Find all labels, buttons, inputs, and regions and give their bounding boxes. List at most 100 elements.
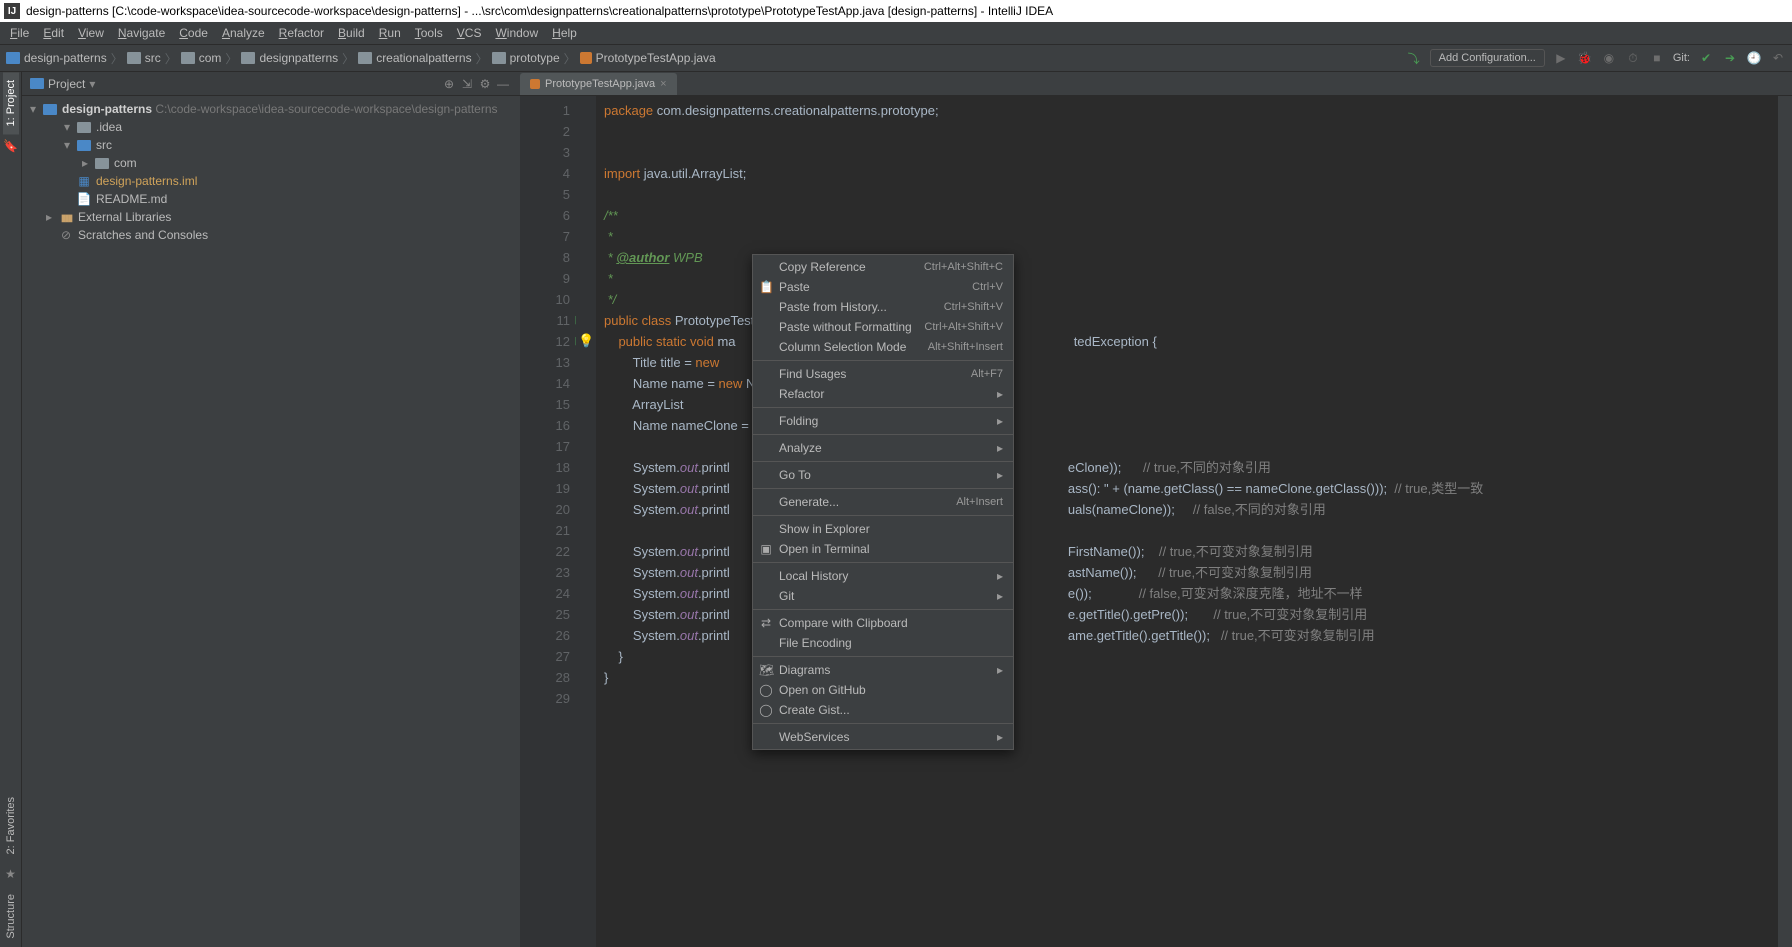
line-number[interactable]: 19	[520, 478, 570, 499]
close-icon[interactable]: ×	[660, 78, 666, 90]
line-number[interactable]: 6	[520, 205, 570, 226]
breadcrumb-item[interactable]: creationalpatterns	[358, 51, 471, 65]
editor-context-menu[interactable]: Copy ReferenceCtrl+Alt+Shift+C📋PasteCtrl…	[752, 254, 1014, 750]
tree-node[interactable]: ▾src	[22, 136, 520, 154]
context-menu-item[interactable]: ▣Open in Terminal	[753, 539, 1013, 559]
breadcrumb-item[interactable]: src	[127, 51, 161, 65]
context-menu-item[interactable]: 🗺Diagrams▸	[753, 660, 1013, 680]
line-number[interactable]: 28	[520, 667, 570, 688]
context-menu-item[interactable]: Column Selection ModeAlt+Shift+Insert	[753, 337, 1013, 357]
line-number[interactable]: 2	[520, 121, 570, 142]
line-number[interactable]: 13	[520, 352, 570, 373]
context-menu-item[interactable]: ◯Create Gist...	[753, 700, 1013, 720]
context-menu-item[interactable]: Analyze▸	[753, 438, 1013, 458]
tree-node[interactable]: ▾.idea	[22, 118, 520, 136]
context-menu-item[interactable]: Go To▸	[753, 465, 1013, 485]
context-menu-item[interactable]: Copy ReferenceCtrl+Alt+Shift+C	[753, 257, 1013, 277]
line-number[interactable]: 25	[520, 604, 570, 625]
build-icon[interactable]: ⤵	[1406, 50, 1422, 66]
menu-view[interactable]: View	[72, 24, 110, 42]
menu-run[interactable]: Run	[373, 24, 407, 42]
context-menu-item[interactable]: Refactor▸	[753, 384, 1013, 404]
vcs-history-icon[interactable]: 🕘	[1746, 50, 1762, 66]
debug-icon[interactable]: 🐞	[1577, 50, 1593, 66]
menu-edit[interactable]: Edit	[37, 24, 70, 42]
line-number[interactable]: 21	[520, 520, 570, 541]
menu-file[interactable]: File	[4, 24, 35, 42]
context-menu-item[interactable]: ◯Open on GitHub	[753, 680, 1013, 700]
line-number[interactable]: 22	[520, 541, 570, 562]
context-menu-item[interactable]: Paste without FormattingCtrl+Alt+Shift+V	[753, 317, 1013, 337]
hide-icon[interactable]: —	[494, 75, 512, 93]
context-menu-item[interactable]: Paste from History...Ctrl+Shift+V	[753, 297, 1013, 317]
context-menu-item[interactable]: ⇄Compare with Clipboard	[753, 613, 1013, 633]
stop-icon[interactable]: ■	[1649, 50, 1665, 66]
project-panel-title[interactable]: Project ▾	[30, 77, 440, 91]
context-menu-item[interactable]: Generate...Alt+Insert	[753, 492, 1013, 512]
breadcrumb-item[interactable]: prototype	[492, 51, 560, 65]
line-number[interactable]: 18	[520, 457, 570, 478]
line-number[interactable]: 29	[520, 688, 570, 709]
line-number[interactable]: 12	[520, 331, 570, 352]
vcs-update-icon[interactable]: ✔	[1698, 50, 1714, 66]
tool-tab-structure[interactable]: Structure	[3, 886, 19, 947]
line-number[interactable]: 3	[520, 142, 570, 163]
locate-icon[interactable]: ⊕	[440, 75, 458, 93]
breadcrumb-item[interactable]: designpatterns	[241, 51, 338, 65]
breadcrumb-item[interactable]: PrototypeTestApp.java	[580, 51, 716, 65]
error-stripe[interactable]	[1778, 96, 1792, 947]
line-number[interactable]: 15	[520, 394, 570, 415]
tree-node[interactable]: 📄README.md	[22, 190, 520, 208]
breadcrumb-item[interactable]: com	[181, 51, 222, 65]
tree-root[interactable]: ▾design-patterns C:\code-workspace\idea-…	[22, 100, 520, 118]
menu-code[interactable]: Code	[173, 24, 214, 42]
run-icon[interactable]: ▶	[1553, 50, 1569, 66]
line-number[interactable]: 9	[520, 268, 570, 289]
tool-tab-favorites[interactable]: 2: Favorites	[3, 789, 19, 862]
project-tree[interactable]: ▾design-patterns C:\code-workspace\idea-…	[22, 96, 520, 947]
context-menu-item[interactable]: Folding▸	[753, 411, 1013, 431]
context-menu-item[interactable]: Show in Explorer	[753, 519, 1013, 539]
line-number[interactable]: 16	[520, 415, 570, 436]
line-number[interactable]: 27	[520, 646, 570, 667]
context-menu-item[interactable]: Find UsagesAlt+F7	[753, 364, 1013, 384]
coverage-icon[interactable]: ◉	[1601, 50, 1617, 66]
line-number[interactable]: 7	[520, 226, 570, 247]
line-number[interactable]: 1	[520, 100, 570, 121]
profile-icon[interactable]: ⏱	[1625, 50, 1641, 66]
menu-analyze[interactable]: Analyze	[216, 24, 271, 42]
tool-tab-project[interactable]: 1: Project	[3, 72, 19, 134]
settings-gear-icon[interactable]: ⚙	[476, 75, 494, 93]
breadcrumb-item[interactable]: design-patterns	[6, 51, 107, 65]
line-number[interactable]: 11	[520, 310, 570, 331]
tool-tab-bookmarks-icon[interactable]: 🔖	[3, 138, 19, 154]
menu-window[interactable]: Window	[489, 24, 544, 42]
editor-tab-active[interactable]: PrototypeTestApp.java ×	[520, 73, 677, 95]
vcs-commit-icon[interactable]: ➔	[1722, 50, 1738, 66]
intention-bulb-icon[interactable]: 💡	[578, 333, 594, 349]
context-menu-item[interactable]: Git▸	[753, 586, 1013, 606]
vcs-revert-icon[interactable]: ↶	[1770, 50, 1786, 66]
line-number[interactable]: 8	[520, 247, 570, 268]
line-number[interactable]: 14	[520, 373, 570, 394]
line-number[interactable]: 10	[520, 289, 570, 310]
context-menu-item[interactable]: Local History▸	[753, 566, 1013, 586]
collapse-icon[interactable]: ⇲	[458, 75, 476, 93]
menu-refactor[interactable]: Refactor	[273, 24, 330, 42]
menu-help[interactable]: Help	[546, 24, 583, 42]
menu-navigate[interactable]: Navigate	[112, 24, 171, 42]
context-menu-item[interactable]: WebServices▸	[753, 727, 1013, 747]
menu-vcs[interactable]: VCS	[451, 24, 488, 42]
line-number[interactable]: 4	[520, 163, 570, 184]
tree-node[interactable]: ▦design-patterns.iml	[22, 172, 520, 190]
line-number[interactable]: 24	[520, 583, 570, 604]
breadcrumbs[interactable]: design-patterns〉src〉com〉designpatterns〉c…	[6, 50, 1406, 67]
line-number-gutter[interactable]: 1234567891011121314151617181920212223242…	[520, 96, 576, 947]
tree-node[interactable]: Scratches and Consoles	[22, 226, 520, 244]
context-menu-item[interactable]: 📋PasteCtrl+V	[753, 277, 1013, 297]
menu-build[interactable]: Build	[332, 24, 371, 42]
line-number[interactable]: 20	[520, 499, 570, 520]
tree-node[interactable]: ▸External Libraries	[22, 208, 520, 226]
context-menu-item[interactable]: File Encoding	[753, 633, 1013, 653]
line-number[interactable]: 17	[520, 436, 570, 457]
